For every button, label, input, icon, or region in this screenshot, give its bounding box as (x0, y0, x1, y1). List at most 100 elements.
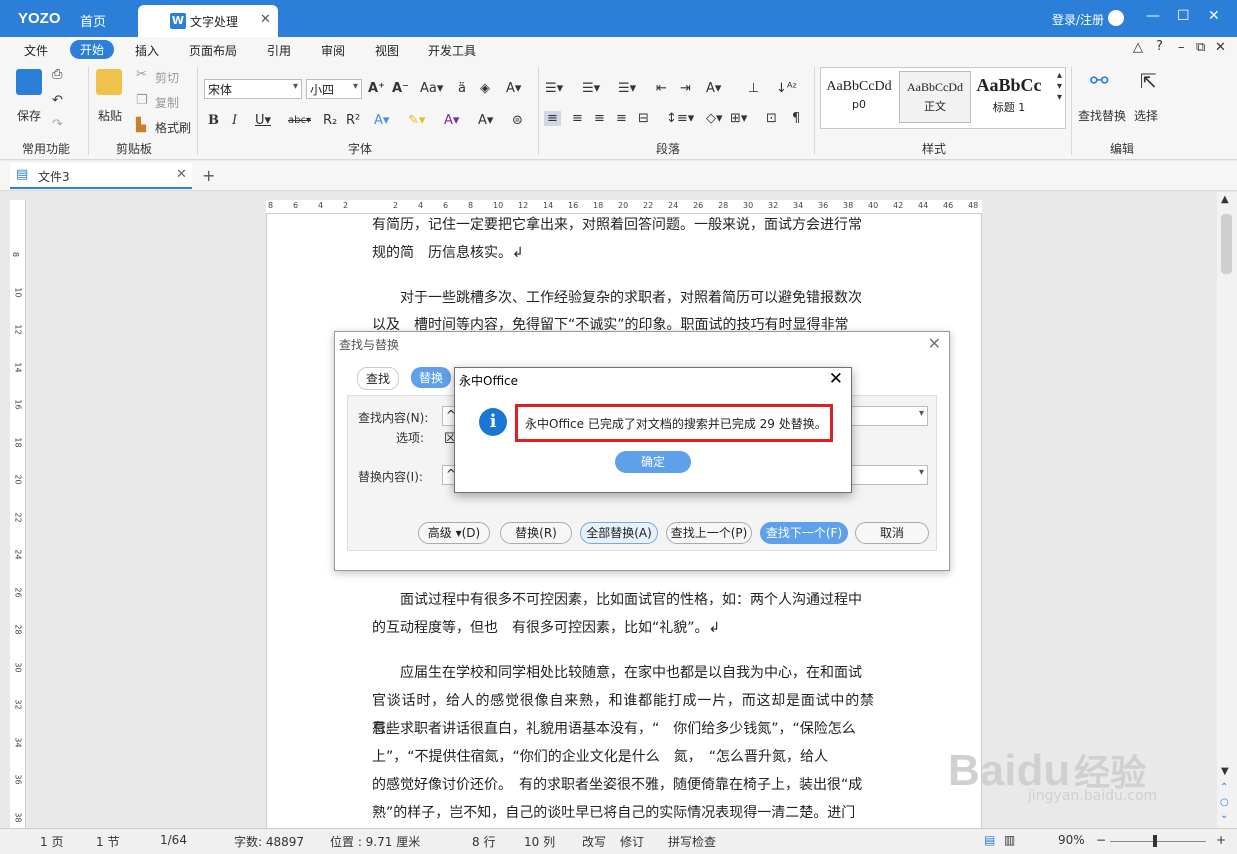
clear-format-icon[interactable]: ◈ (480, 81, 490, 96)
ribbon-close-icon[interactable]: ✕ (1215, 40, 1226, 55)
copy-button[interactable]: 复制 (155, 94, 179, 111)
bullet-list-icon[interactable]: ☰▾ (545, 81, 563, 96)
underline-icon[interactable]: U▾ (255, 113, 271, 128)
decrease-indent-icon[interactable]: ⇤ (656, 81, 667, 96)
home-tab[interactable]: 首页 (80, 11, 106, 30)
numbered-list-icon[interactable]: ☰▾ (582, 81, 600, 96)
status-revise[interactable]: 修订 (620, 833, 644, 850)
paste-button[interactable]: 粘贴 (98, 107, 122, 124)
dialog-close-icon[interactable]: ✕ (928, 334, 941, 353)
browse-object-icon[interactable]: ○ (1220, 797, 1229, 808)
asian-layout-icon[interactable]: A▾ (706, 81, 721, 96)
para-settings-icon[interactable]: ⊡ (766, 111, 777, 126)
text-direction-icon[interactable]: ⊥ (748, 81, 759, 96)
status-words[interactable]: 字数: 48897 (234, 833, 304, 850)
bold-icon[interactable]: B (208, 113, 219, 128)
distributed-icon[interactable]: ⊟ (638, 111, 649, 126)
show-marks-icon[interactable]: ¶ (792, 111, 800, 126)
menu-view[interactable]: 视图 (375, 42, 399, 59)
font-size-select[interactable]: 小四 (306, 79, 362, 99)
char-spacing-icon[interactable]: ⊜ (512, 113, 523, 128)
scroll-thumb[interactable] (1221, 214, 1232, 274)
strikethrough-icon[interactable]: abc▾ (288, 115, 311, 126)
close-doc-icon[interactable]: ✕ (176, 167, 187, 182)
menu-insert[interactable]: 插入 (135, 42, 159, 59)
menu-reference[interactable]: 引用 (267, 42, 291, 59)
replace-button[interactable]: 替换(R) (500, 522, 572, 544)
doc-tab[interactable]: ▤ 文件3 ✕ (10, 163, 192, 189)
grow-font-icon[interactable]: A⁺ (368, 81, 385, 96)
styles-scroll-icon[interactable]: ▴ ▾ ▾ (1057, 70, 1062, 103)
cut-icon[interactable]: ✂ (136, 67, 147, 82)
align-center-icon[interactable]: ≡ (572, 111, 583, 126)
next-page-icon[interactable]: ⌄ (1220, 810, 1228, 821)
new-tab-icon[interactable]: + (202, 166, 215, 185)
menu-file[interactable]: 文件 (24, 42, 48, 59)
cursor-icon[interactable]: ⇱ (1140, 69, 1157, 93)
cut-button[interactable]: 剪切 (155, 69, 179, 86)
align-left-icon[interactable]: ≡ (544, 111, 561, 126)
status-overtype[interactable]: 改写 (582, 833, 606, 850)
tab-find[interactable]: 查找 (357, 367, 400, 390)
advanced-button[interactable]: 高级 ▾(D) (418, 522, 490, 544)
highlight-icon[interactable]: ✎▾ (408, 113, 425, 128)
style-normal[interactable]: AaBbCcDd 正文 (899, 71, 971, 123)
menu-developer[interactable]: 开发工具 (428, 42, 476, 59)
paste-icon[interactable] (96, 69, 122, 95)
vertical-scrollbar[interactable]: ▲ ▼ ⌃ ○ ⌄ (1217, 192, 1237, 828)
horizontal-ruler[interactable]: 8 6 4 2 2 4 6 8 10 12 14 16 18 20 22 24 26 28 30 32 34 36 38 40… (266, 200, 982, 214)
cancel-button[interactable]: 取消 (855, 522, 929, 544)
justify-icon[interactable]: ≡ (616, 111, 627, 126)
close-tab-icon[interactable]: ✕ (260, 12, 271, 27)
line-spacing-icon[interactable]: ↕≡▾ (666, 111, 694, 126)
status-spellcheck[interactable]: 拼写检查 (668, 833, 716, 850)
shrink-font-icon[interactable]: A⁻ (392, 81, 409, 96)
save-icon[interactable] (16, 69, 42, 95)
font-name-select[interactable]: 宋体 (204, 79, 302, 99)
replace-all-button[interactable]: 全部替换(A) (580, 522, 658, 544)
collapse-ribbon-icon[interactable]: △ (1133, 40, 1143, 55)
change-case-icon[interactable]: Aa▾ (420, 81, 443, 96)
scroll-up-icon[interactable]: ▲ (1221, 194, 1229, 205)
web-layout-icon[interactable]: ▥ (1004, 833, 1015, 847)
zoom-level[interactable]: 90% (1058, 833, 1085, 847)
menu-layout[interactable]: 页面布局 (189, 42, 237, 59)
ribbon-restore-icon[interactable]: ⧉ (1196, 40, 1205, 55)
close-window-icon[interactable]: ✕ (1208, 8, 1220, 24)
login-link[interactable]: 登录/注册 (1052, 11, 1104, 28)
style-p0[interactable]: AaBbCcDd p0 (823, 71, 895, 123)
find-next-button[interactable]: 查找下一个(F) (760, 522, 848, 544)
format-painter-icon[interactable]: ▙ (136, 118, 146, 133)
multilevel-list-icon[interactable]: ☰▾ (618, 81, 636, 96)
italic-icon[interactable]: I (232, 113, 237, 128)
select-button[interactable]: 选择 (1134, 107, 1158, 124)
phonetic-icon[interactable]: ä (458, 81, 466, 96)
avatar[interactable] (1108, 10, 1124, 26)
char-border-icon[interactable]: A▾ (506, 81, 521, 96)
app-tab-writer[interactable]: W 文字处理 ✕ (138, 5, 278, 37)
save-button[interactable]: 保存 (17, 107, 41, 124)
print-icon[interactable]: ⎙ (52, 67, 62, 82)
zoom-in-icon[interactable]: + (1216, 833, 1226, 847)
zoom-out-icon[interactable]: − (1096, 833, 1106, 847)
sort-icon[interactable]: ↓ᴬᶻ (776, 81, 797, 96)
format-painter-button[interactable]: 格式刷 (155, 119, 191, 136)
text-effect-icon[interactable]: A▾ (374, 113, 389, 128)
find-replace-button[interactable]: 查找替换 (1078, 107, 1126, 124)
copy-icon[interactable]: ❐ (136, 93, 148, 108)
binoculars-icon[interactable]: ⚯ (1090, 69, 1108, 94)
message-close-icon[interactable]: ✕ (829, 369, 843, 389)
ribbon-minimize-icon[interactable]: – (1178, 40, 1185, 55)
border-icon[interactable]: ⊞▾ (730, 111, 747, 126)
menu-review[interactable]: 审阅 (321, 42, 345, 59)
shading-icon[interactable]: ◇▾ (706, 111, 723, 126)
maximize-icon[interactable]: ☐ (1177, 8, 1190, 24)
zoom-slider-thumb[interactable] (1153, 835, 1157, 847)
help-icon[interactable]: ? (1156, 39, 1163, 54)
scroll-down-icon[interactable]: ▼ (1221, 766, 1229, 777)
redo-icon[interactable]: ↷ (52, 117, 63, 132)
tab-replace[interactable]: 替换 (411, 367, 452, 388)
superscript-icon[interactable]: R² (346, 113, 360, 128)
style-heading1[interactable]: AaBbCc 标题 1 (973, 71, 1045, 123)
increase-indent-icon[interactable]: ⇥ (680, 81, 691, 96)
